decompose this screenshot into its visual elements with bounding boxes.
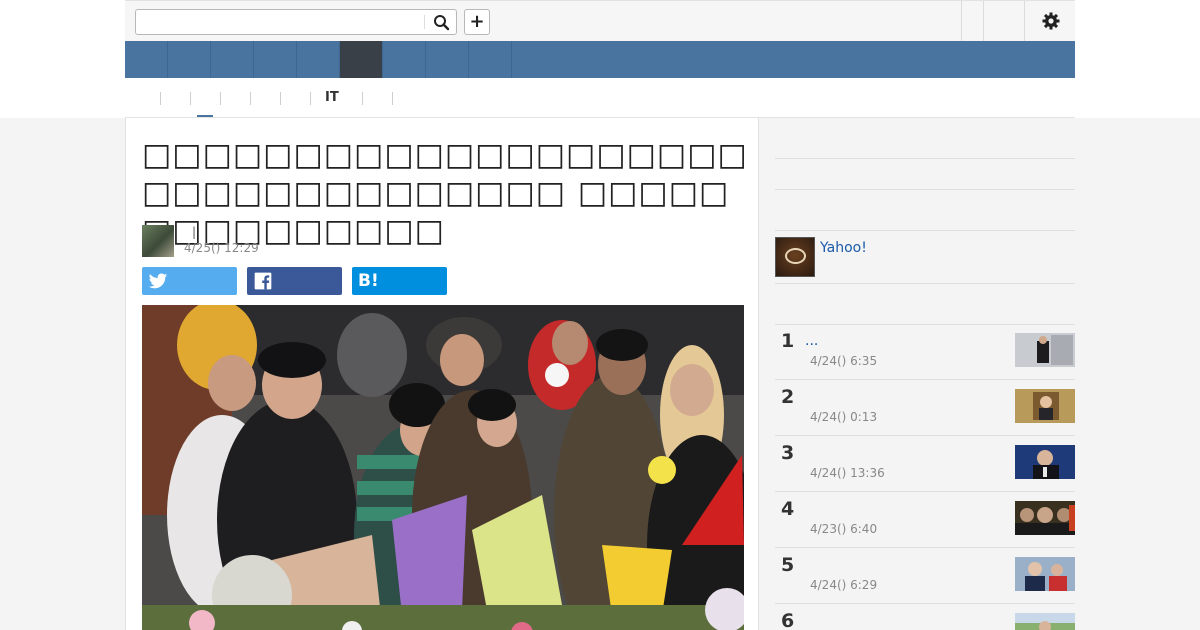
rank-number: 4 (781, 498, 795, 520)
toolbar-divider (961, 1, 962, 41)
search-box (135, 9, 457, 35)
ranking-item[interactable]: 1 ... 4/24() 6:35 (775, 324, 1075, 380)
ranking-thumbnail[interactable] (1015, 501, 1075, 535)
main-nav (125, 41, 1075, 78)
facebook-icon (254, 272, 272, 290)
rank-number: 6 (781, 610, 795, 630)
ranking-thumbnail[interactable] (1015, 445, 1075, 479)
speech-bubble-icon (785, 248, 806, 264)
nav-tab[interactable] (125, 41, 168, 78)
subnav-separator (160, 92, 161, 105)
twitter-icon (148, 273, 168, 289)
author-avatar[interactable] (142, 225, 174, 257)
ranking-date: 4/23() 6:40 (810, 522, 878, 536)
ranking-item[interactable]: 6 (775, 604, 1075, 630)
ranking-date: 4/24() 6:29 (810, 578, 878, 592)
nav-tab[interactable] (469, 41, 512, 78)
settings-button[interactable] (1040, 10, 1062, 32)
add-button[interactable]: + (464, 9, 490, 35)
yahoo-link[interactable]: Yahoo! (820, 240, 867, 256)
subnav-separator (190, 92, 191, 105)
nav-tab[interactable] (383, 41, 426, 78)
hatena-icon: B! (358, 271, 379, 291)
sub-nav: IT (125, 78, 1075, 118)
ranking-thumbnail[interactable] (1015, 557, 1075, 591)
rank-number: 2 (781, 386, 795, 408)
nav-tab[interactable] (297, 41, 340, 78)
ranking-title[interactable]: ... (805, 333, 818, 349)
published-time: 4/25() 12:29 (184, 241, 259, 255)
ranking-item[interactable]: 4 4/23() 6:40 (775, 492, 1075, 548)
hatena-bookmark-button[interactable]: B! (352, 267, 447, 295)
facebook-share-button[interactable] (247, 267, 342, 295)
ranking-thumbnail[interactable] (1015, 613, 1075, 630)
nav-tab[interactable] (426, 41, 469, 78)
ranking-date: 4/24() 0:13 (810, 410, 878, 424)
search-divider (424, 15, 425, 29)
article-photo (142, 305, 744, 630)
twitter-share-button[interactable] (142, 267, 237, 295)
ranking-item[interactable]: 3 4/24() 13:36 (775, 436, 1075, 492)
search-input[interactable] (140, 12, 420, 32)
photo-mourners-flowers (142, 305, 744, 630)
subnav-separator (250, 92, 251, 105)
subnav-separator (392, 92, 393, 105)
subnav-separator (310, 92, 311, 105)
subnav-separator (220, 92, 221, 105)
ranking-thumbnail[interactable] (1015, 333, 1075, 367)
author-separator: | (192, 225, 197, 239)
rank-number: 1 (781, 330, 795, 352)
rank-number: 5 (781, 554, 795, 576)
ranking-item[interactable]: 5 4/24() 6:29 (775, 548, 1075, 604)
nav-tab[interactable] (168, 41, 211, 78)
sidebar-divider (775, 158, 1075, 159)
nav-tab[interactable] (254, 41, 297, 78)
ranking-date: 4/24() 6:35 (810, 354, 878, 368)
toolbar-divider (1024, 1, 1025, 41)
ranking-item[interactable]: 2 4/24() 0:13 (775, 380, 1075, 436)
article-headline: □□□□□□□□□□□□□□□□□□□□□□□□□□□□□□□□□□ □□□□□… (142, 137, 748, 249)
search-button[interactable] (428, 11, 454, 33)
yahoo-comment-icon[interactable] (775, 237, 815, 277)
nav-tab-active[interactable] (340, 41, 383, 78)
article: □□□□□□□□□□□□□□□□□□□□□□□□□□□□□□□□□□ □□□□□… (125, 118, 759, 630)
sidebar-divider (775, 283, 1075, 284)
toolbar-divider (983, 1, 984, 41)
subnav-item-it[interactable]: IT (325, 90, 339, 105)
header: + IT (0, 0, 1200, 118)
ranking-thumbnail[interactable] (1015, 389, 1075, 423)
search-icon (434, 15, 450, 31)
subnav-separator (280, 92, 281, 105)
sidebar: Yahoo! 1 ... 4/24() 6:35 2 4/24() 0:13 3… (775, 118, 1075, 630)
sidebar-divider (775, 189, 1075, 190)
ranking-date: 4/24() 13:36 (810, 466, 885, 480)
nav-tab[interactable] (211, 41, 254, 78)
rank-number: 3 (781, 442, 795, 464)
sidebar-divider (775, 230, 1075, 231)
gear-icon (1042, 12, 1060, 30)
subnav-separator (362, 92, 363, 105)
top-toolbar: + (125, 0, 1075, 41)
